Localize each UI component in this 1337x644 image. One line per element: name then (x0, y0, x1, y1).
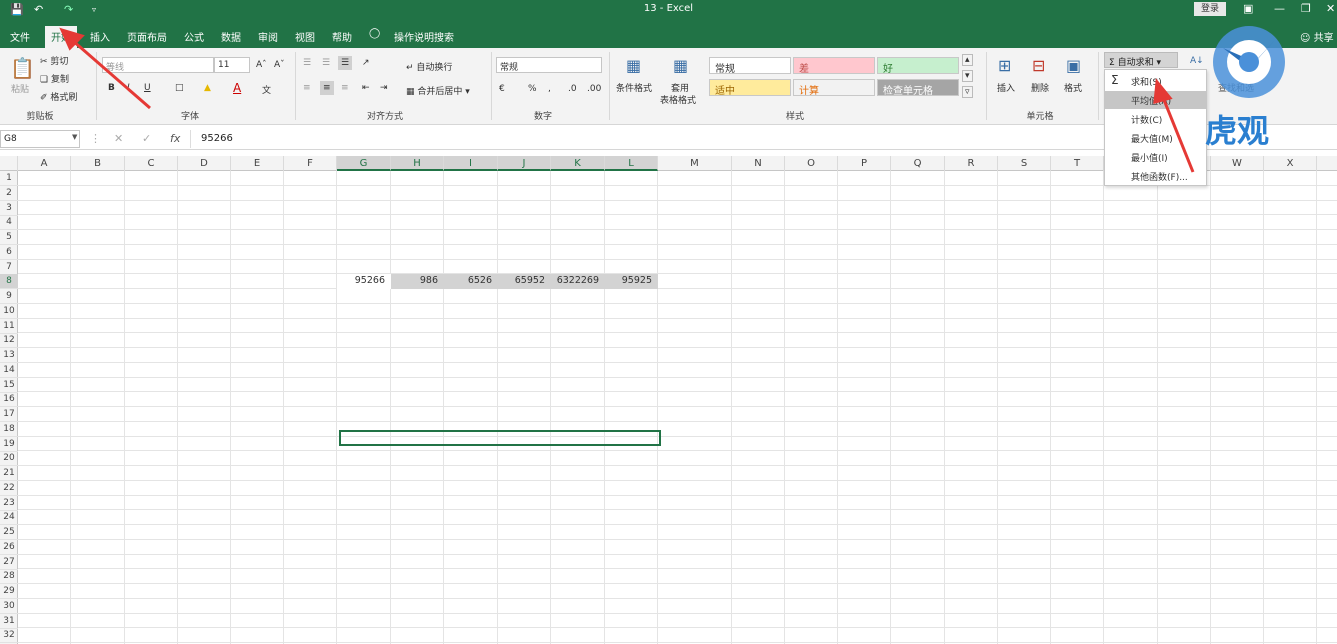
arrow-head-icon (1153, 78, 1173, 105)
arrow-to-home-tab (71, 38, 151, 110)
annotation-arrows (59, 27, 1195, 173)
arrow-to-average (1160, 94, 1195, 173)
